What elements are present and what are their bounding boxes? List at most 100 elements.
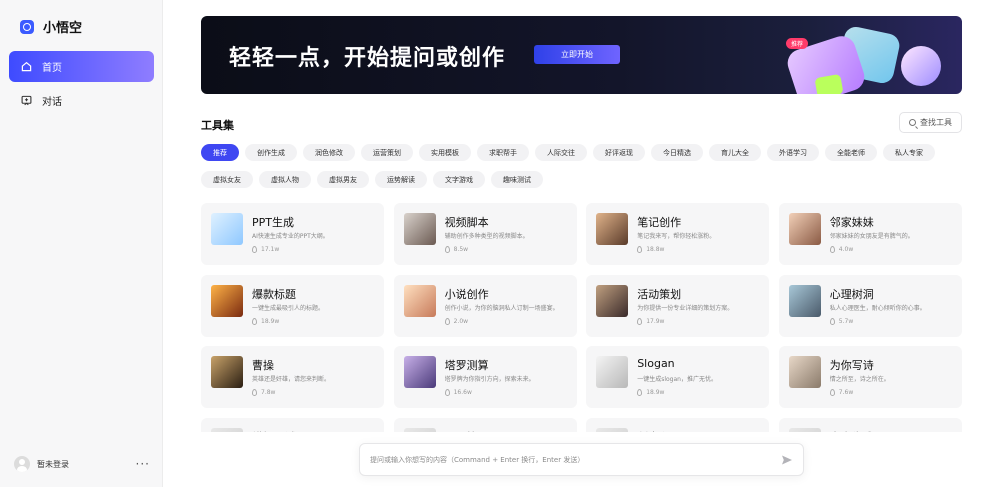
tool-title: 视频脚本: [444, 216, 489, 229]
usage-count-value: 18.9w: [646, 389, 665, 396]
flame-icon: [829, 389, 835, 396]
tool-card[interactable]: 邻家妹妹 邻家妹妹的女朋友是有脾气的。 4.0w: [778, 203, 962, 265]
tool-thumbnail: [403, 213, 436, 245]
start-button[interactable]: 立即开始: [534, 45, 620, 64]
flame-icon: [444, 246, 450, 253]
tool-thumbnail: [596, 356, 629, 388]
usage-count-value: 4.0w: [838, 246, 854, 253]
tool-card[interactable]: 视频脚本 辅助创作多种类型的视频脚本。 8.5w: [393, 203, 577, 265]
usage-count-value: 2.0w: [453, 317, 469, 325]
tools-section-title: 工具集: [201, 119, 234, 132]
usage-count: 18.9w: [252, 317, 279, 325]
tool-thumbnail: [211, 213, 243, 245]
tool-card[interactable]: 为你写诗 情之所至，诗之所在。 7.6w: [778, 346, 962, 408]
tool-card[interactable]: 笔记创作 笔记我来写，帮你轻松涨粉。 18.8w: [586, 203, 770, 265]
tool-card[interactable]: 曹操英雄还是奸雄，请您来判断。 7.8w: [201, 346, 384, 408]
tool-title: 曹操: [252, 359, 274, 372]
usage-count: 8.5w: [444, 246, 468, 253]
tool-title: 活动策划: [637, 287, 682, 301]
login-label: 暂未登录: [37, 459, 69, 469]
category-chip[interactable]: 虚拟女友: [201, 171, 253, 188]
nav-item-home[interactable]: 首页: [9, 51, 154, 82]
flame-icon: [637, 246, 643, 253]
prompt-input[interactable]: [370, 455, 781, 464]
tool-title: 爆款标题: [252, 287, 296, 301]
tool-title: AI问答: [445, 429, 478, 433]
category-chip[interactable]: 今日精选: [651, 144, 703, 161]
category-chips-row-1: 推荐 创作生成 润色修改 运营策划 实用模板 求职帮手 人际交往 好评返现 今日精选 育儿大全 外语…: [201, 144, 935, 161]
usage-count: 17.1w: [252, 246, 279, 253]
usage-count-value: 5.7w: [838, 317, 854, 325]
category-chips-row-2: 虚拟女友 虚拟人物 虚拟男友 运势解读 文字游戏 趣味测试: [201, 171, 543, 188]
usage-count: 2.0w: [444, 317, 469, 325]
category-chip[interactable]: 人际交往: [535, 144, 587, 161]
tool-title: 模拟面试: [252, 429, 296, 433]
usage-count-value: 16.6w: [453, 389, 472, 396]
category-chip[interactable]: 求职帮手: [477, 144, 529, 161]
usage-count: 5.7w: [829, 317, 854, 325]
tool-card[interactable]: 塔罗测算 塔罗牌为你指引方向，探索未来。 16.6w: [393, 346, 577, 408]
tool-card[interactable]: 小说创作 创作小说，为你的脑洞私人订制一场盛宴。 2.0w: [393, 274, 577, 337]
category-chip[interactable]: 全能老师: [825, 144, 877, 161]
usage-count-value: 7.8w: [261, 389, 276, 396]
usage-count-value: 17.1w: [261, 246, 280, 253]
flame-icon: [444, 389, 450, 396]
category-chip[interactable]: 润色修改: [303, 144, 355, 161]
category-chip[interactable]: 育儿大全: [709, 144, 761, 161]
tool-description: 情之所至，诗之所在。: [829, 376, 890, 383]
app-logo[interactable]: 小悟空: [20, 17, 82, 36]
decorative-shape: [901, 46, 941, 86]
category-chip[interactable]: 虚拟人物: [259, 171, 311, 188]
tool-title: Slogan: [637, 357, 675, 370]
usage-count: 17.9w: [637, 317, 665, 325]
tool-card[interactable]: 心理树洞 私人心理医生，耐心倾听你的心事。 5.7w: [778, 274, 962, 337]
tool-card[interactable]: AI问答: [393, 417, 577, 433]
tool-card[interactable]: 爆款标题一键生成最吸引人的标题。 18.9w: [201, 274, 384, 337]
tool-card[interactable]: 创意翻译: [586, 417, 770, 433]
usage-count: 18.8w: [637, 246, 664, 253]
nav-item-chat[interactable]: 对话: [9, 85, 154, 116]
find-tool-button[interactable]: 查找工具: [899, 112, 962, 133]
usage-count-value: 17.9w: [646, 317, 665, 325]
banner-title: 轻轻一点，开始提问或创作: [229, 46, 506, 71]
tool-card[interactable]: 模拟面试: [201, 417, 384, 433]
tool-description: 英雄还是奸雄，请您来判断。: [252, 376, 331, 383]
category-chip[interactable]: 运营策划: [361, 144, 413, 161]
recommend-badge: 推荐: [786, 38, 809, 49]
tool-card[interactable]: 活动策划为你提供一份专业详细的策划方案。 17.9w: [586, 274, 770, 337]
tool-card[interactable]: 文章生成: [778, 417, 962, 432]
tool-description: 为你提供一份专业详细的策划方案。: [637, 304, 734, 312]
more-options-icon[interactable]: ···: [136, 457, 150, 471]
login-status[interactable]: 暂未登录: [14, 456, 69, 472]
tool-thumbnail: [788, 213, 821, 245]
tool-thumbnail: [403, 356, 436, 388]
tool-thumbnail: [211, 356, 243, 388]
tool-card[interactable]: Slogan 一键生成slogan，推广无忧。 18.9w: [586, 346, 770, 408]
flame-icon: [829, 317, 835, 325]
category-chip[interactable]: 虚拟男友: [317, 171, 369, 188]
tool-thumbnail: [788, 427, 821, 432]
category-chip[interactable]: 运势解读: [375, 171, 427, 188]
category-chip[interactable]: 外语学习: [767, 144, 819, 161]
app-name: 小悟空: [43, 21, 83, 36]
category-chip[interactable]: 私人专家: [883, 144, 935, 161]
category-chip[interactable]: 推荐: [201, 144, 239, 161]
send-icon[interactable]: [781, 454, 793, 466]
tool-thumbnail: [596, 284, 629, 317]
category-chip[interactable]: 文字游戏: [433, 171, 485, 188]
find-tool-label: 查找工具: [920, 118, 952, 127]
tool-description: 创作小说，为你的脑洞私人订制一场盛宴。: [444, 304, 559, 312]
tool-description: 塔罗牌为你指引方向，探索未来。: [444, 376, 535, 383]
nav-item-label: 首页: [42, 63, 62, 74]
category-chip[interactable]: 好评返现: [593, 144, 645, 161]
category-chip[interactable]: 实用模板: [419, 144, 471, 161]
hero-banner: 轻轻一点，开始提问或创作 立即开始 推荐: [201, 16, 962, 94]
category-chip[interactable]: 创作生成: [245, 144, 297, 161]
tool-description: 私人心理医生，耐心倾听你的心事。: [829, 304, 926, 312]
category-chip[interactable]: 趣味测试: [491, 171, 543, 188]
avatar: [14, 456, 30, 472]
tool-card[interactable]: PPT生成 AI快速生成专业的PPT大纲。 17.1w: [201, 203, 384, 265]
flame-icon: [444, 317, 450, 325]
tool-title: 创意翻译: [637, 429, 681, 433]
tool-description: 一键生成最吸引人的标题。: [252, 304, 325, 312]
